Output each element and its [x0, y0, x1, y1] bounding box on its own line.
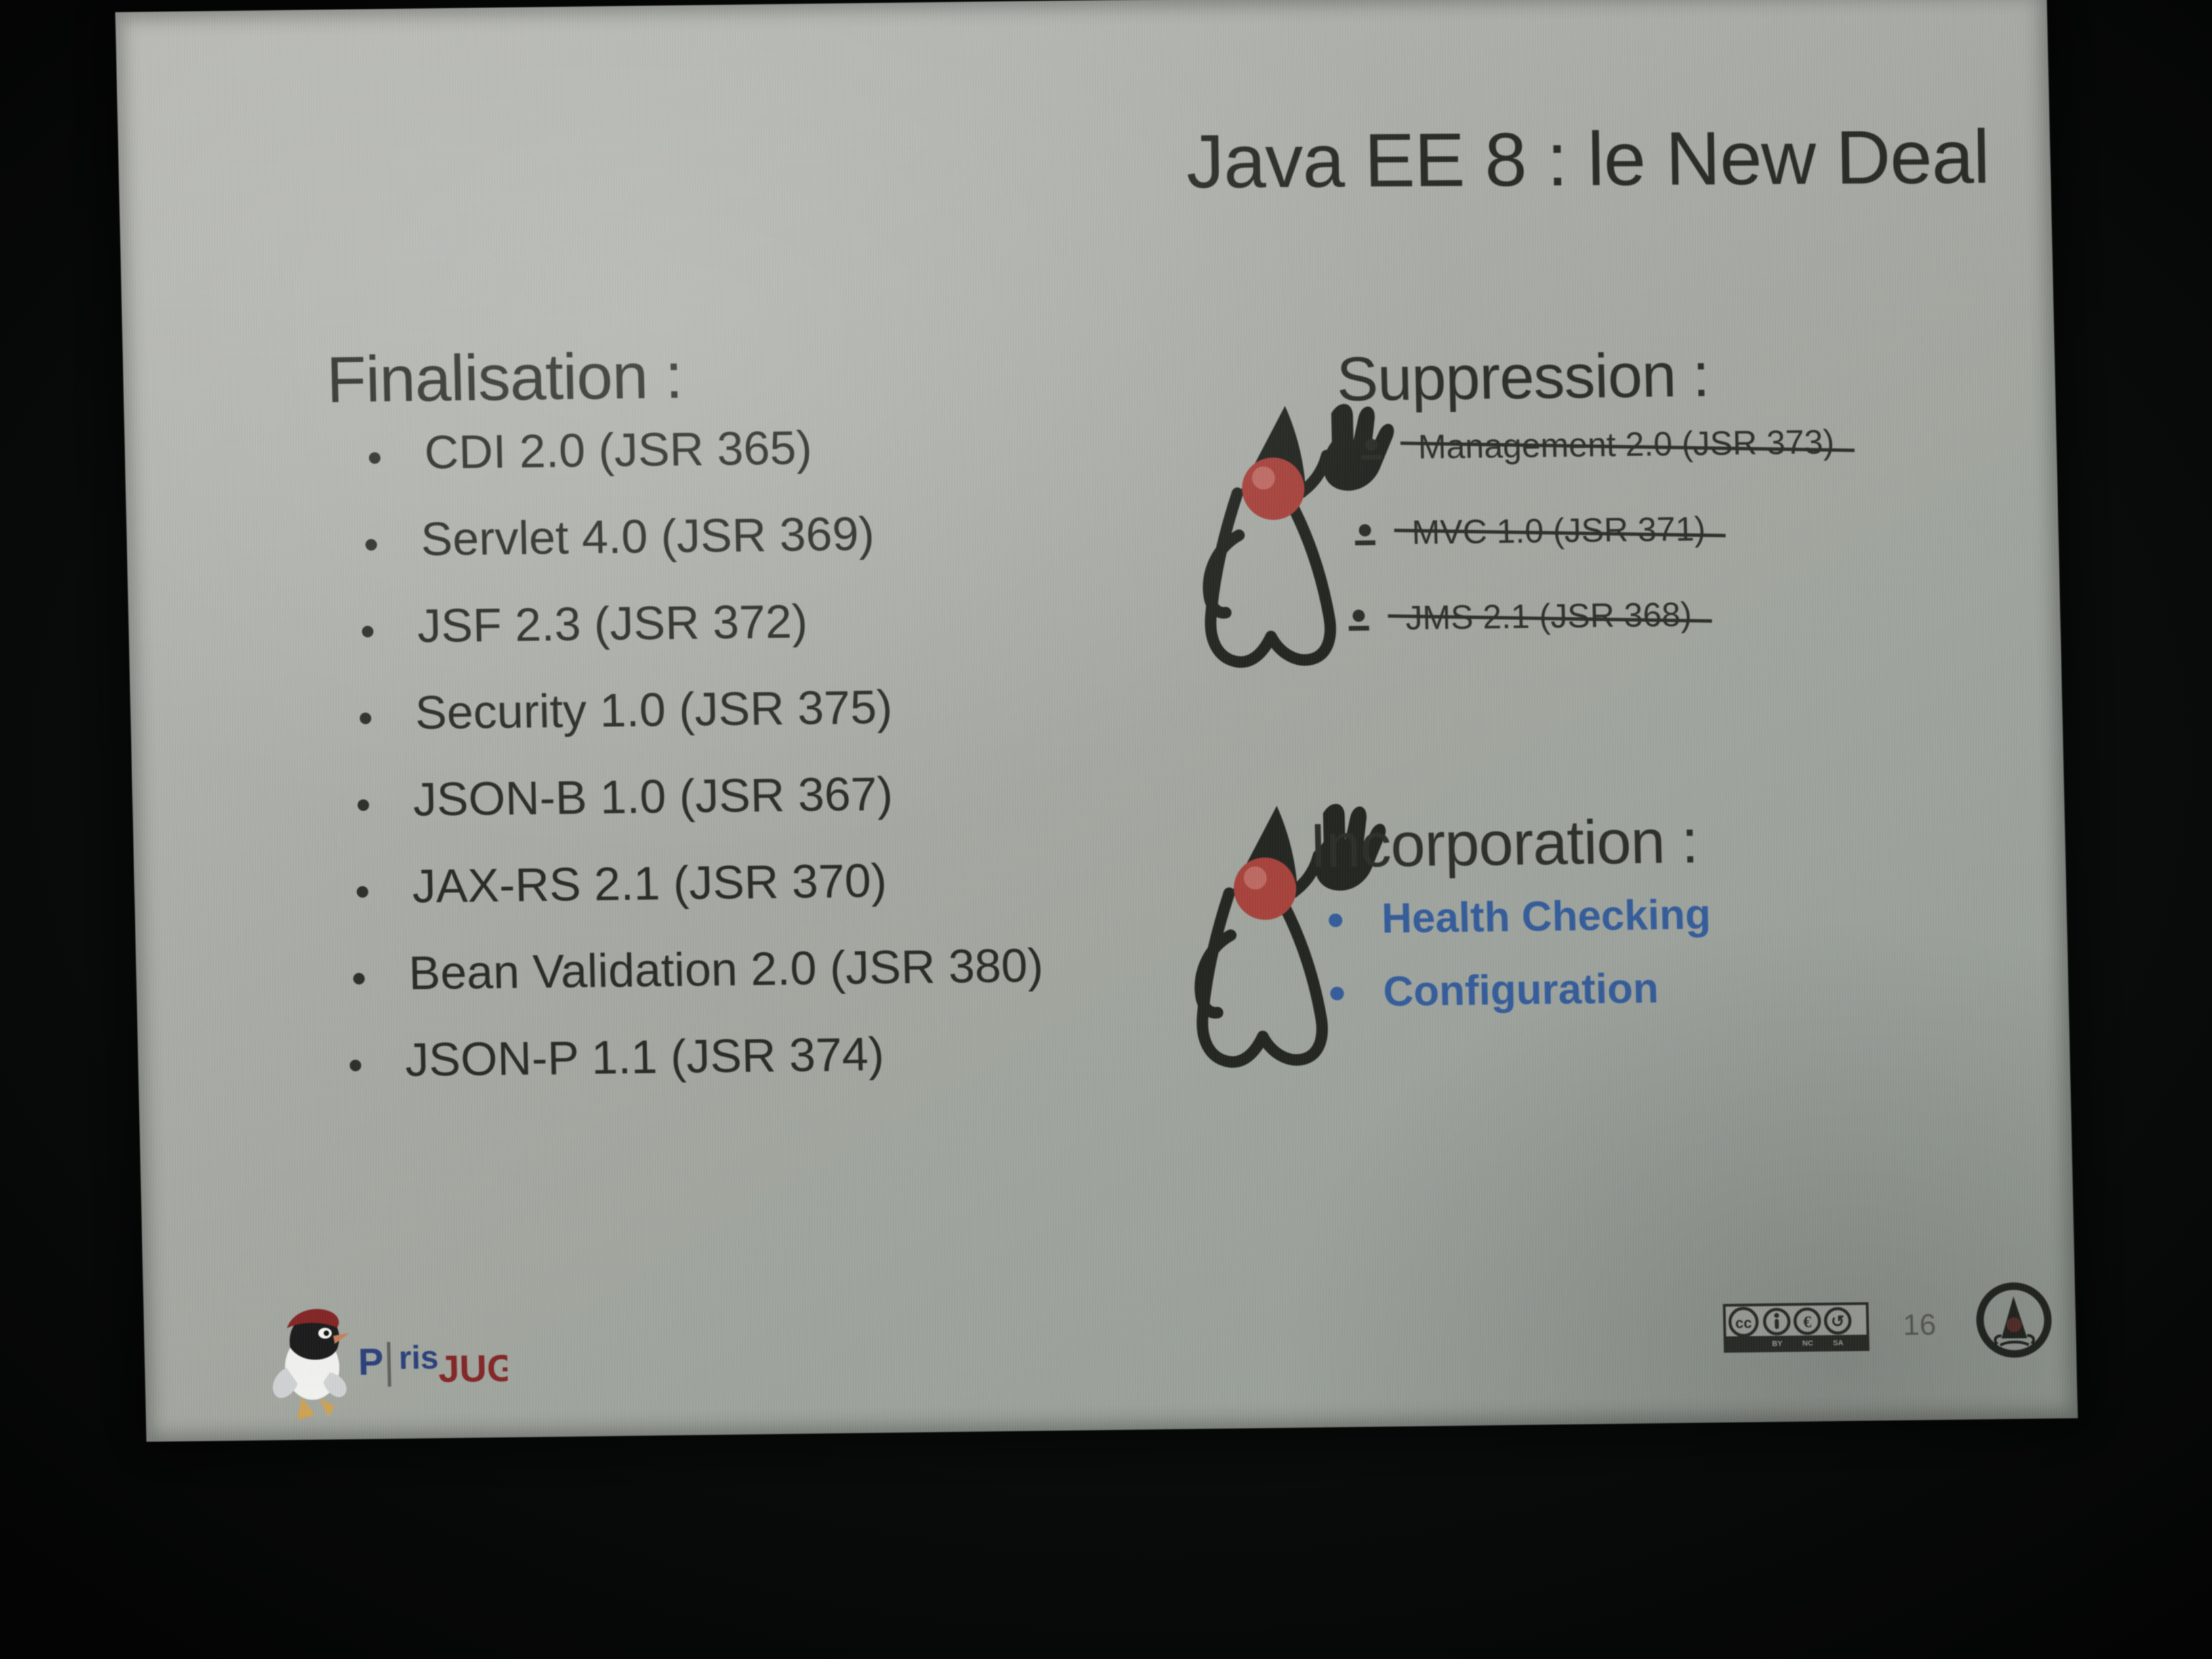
list-item-label: Health Checking: [1380, 891, 1712, 943]
bullet-icon: [1330, 986, 1345, 1001]
list-item: JSON-B 1.0 (JSR 367): [340, 766, 1231, 826]
list-item-label: JAX-RS 2.1 (JSR 370): [411, 854, 888, 913]
jug-logo-word-1: ris: [398, 1340, 439, 1376]
incorporation-heading: Incorporation :: [1309, 806, 1699, 881]
slide-title: Java EE 8 : le New Deal: [1185, 114, 1990, 204]
list-item-label: Management 2.0 (JSR 373): [1417, 423, 1835, 466]
list-item-label: Security 1.0 (JSR 375): [414, 680, 893, 739]
bullet-icon: [365, 539, 377, 551]
paris-jug-logo: P ris JUG: [272, 1309, 509, 1420]
list-item-label: JSON-P 1.1 (JSR 374): [404, 1027, 885, 1086]
list-item-label: Configuration: [1382, 965, 1660, 1016]
cc-label: cc: [1735, 1315, 1752, 1332]
slide-canvas: Java EE 8 : le New Deal Finalisation : C…: [115, 0, 2078, 1442]
list-item: Configuration: [1312, 964, 2004, 1016]
list-item: Management 2.0 (JSR 373): [1353, 423, 2030, 466]
finalisation-heading: Finalisation :: [325, 339, 683, 417]
finalisation-list: CDI 2.0 (JSR 365) Servlet 4.0 (JSR 369) …: [328, 419, 1237, 1124]
list-item-label: JSON-B 1.0 (JSR 367): [412, 767, 894, 826]
bullet-icon: [349, 1059, 362, 1071]
list-item: JMS 2.1 (JSR 368): [1340, 593, 2033, 637]
list-item: MVC 1.0 (JSR 371): [1347, 508, 2032, 552]
list-item-label: JMS 2.1 (JSR 368): [1405, 595, 1692, 637]
list-item: JSF 2.3 (JSR 372): [344, 592, 1227, 653]
list-item-label: CDI 2.0 (JSR 365): [424, 421, 813, 479]
bullet-icon: [353, 972, 365, 985]
list-item-label: JSF 2.3 (JSR 372): [417, 594, 808, 653]
struck-bullet-icon: [1352, 609, 1366, 622]
projected-slide-photo: Java EE 8 : le New Deal Finalisation : C…: [0, 0, 2212, 1659]
list-item-label: MVC 1.0 (JSR 371): [1411, 510, 1706, 552]
duke-circle-logo-icon: [1976, 1282, 2052, 1358]
cc-term-by: BY: [1772, 1340, 1783, 1348]
list-item: Bean Validation 2.0 (JSR 380): [335, 939, 1234, 1000]
suppression-list: Management 2.0 (JSR 373) MVC 1.0 (JSR 37…: [1338, 423, 2034, 687]
list-item-label: Bean Validation 2.0 (JSR 380): [408, 939, 1044, 1000]
jug-logo-word-2: JUG: [438, 1347, 508, 1390]
jug-logo-letter: P: [358, 1340, 384, 1382]
svg-text:↺: ↺: [1830, 1313, 1845, 1331]
creative-commons-badge-icon: cc € ↺ BY NC SA: [1723, 1302, 1870, 1353]
bullet-icon: [1328, 913, 1343, 928]
list-item: Health Checking: [1311, 890, 2003, 943]
incorporation-list: Health Checking Configuration: [1311, 890, 2005, 1045]
cc-term-sa: SA: [1833, 1339, 1844, 1347]
svg-text:€: €: [1803, 1313, 1811, 1331]
slide-surface: Java EE 8 : le New Deal Finalisation : C…: [115, 0, 2078, 1442]
list-item-label: Servlet 4.0 (JSR 369): [420, 507, 876, 566]
bullet-icon: [359, 712, 372, 724]
struck-bullet-icon: [1365, 438, 1378, 451]
suppression-heading: Suppression :: [1336, 340, 1710, 414]
bullet-icon: [356, 886, 369, 898]
list-item: JAX-RS 2.1 (JSR 370): [338, 853, 1232, 913]
struck-bullet-icon: [1358, 524, 1372, 537]
bullet-icon: [357, 799, 369, 811]
cc-term-nc: NC: [1802, 1339, 1813, 1347]
list-item: Servlet 4.0 (JSR 369): [347, 506, 1225, 566]
list-item: CDI 2.0 (JSR 365): [351, 419, 1223, 479]
bullet-icon: [369, 452, 381, 464]
bullet-icon: [361, 626, 374, 638]
list-item: JSON-P 1.1 (JSR 374): [331, 1026, 1236, 1086]
list-item: Security 1.0 (JSR 375): [342, 679, 1229, 739]
page-number: 16: [1902, 1308, 1937, 1342]
